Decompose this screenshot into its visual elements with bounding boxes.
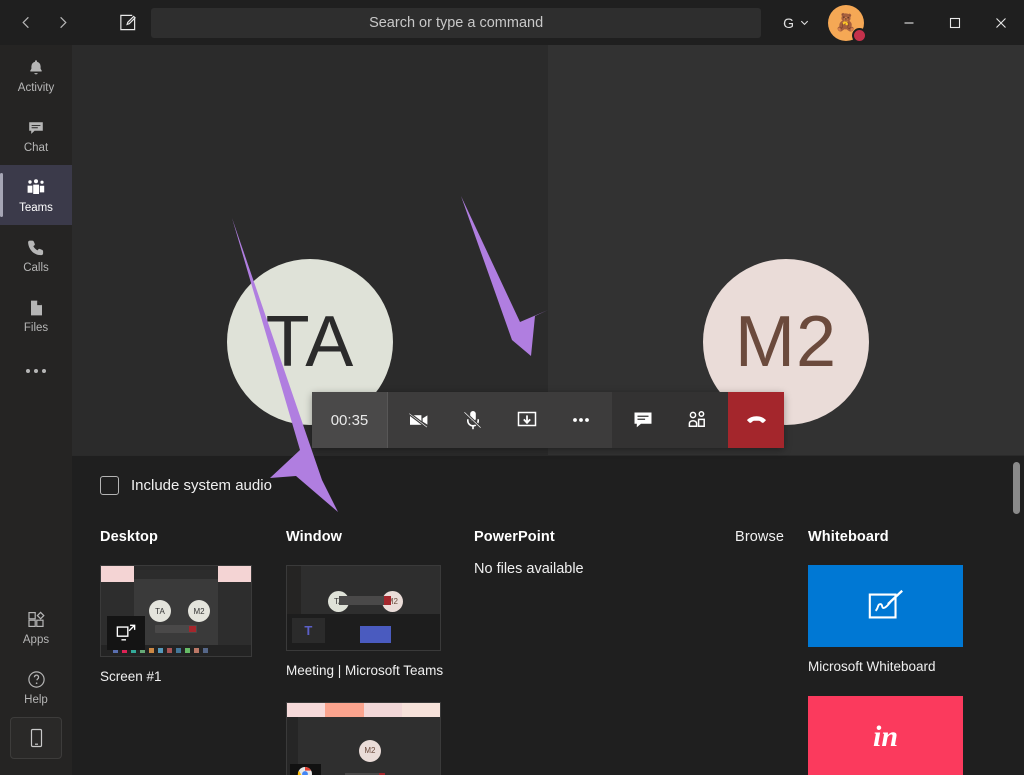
minimize-button[interactable] xyxy=(886,0,932,45)
column-title-desktop: Desktop xyxy=(100,529,158,545)
window-controls-area: G 🧸 xyxy=(775,0,1024,45)
help-icon xyxy=(26,669,47,691)
mobile-phone-icon xyxy=(30,728,42,748)
avatar[interactable]: 🧸 xyxy=(828,4,867,43)
share-option-screen-1[interactable]: TA M2 xyxy=(100,565,252,657)
meeting-control-bar: 00:35 xyxy=(312,392,784,448)
sidebar-item-label: Apps xyxy=(22,633,50,646)
show-conversation-button[interactable] xyxy=(616,392,670,448)
sidebar-more-button[interactable] xyxy=(0,345,72,397)
presence-badge-busy xyxy=(852,27,867,43)
org-switcher[interactable]: G xyxy=(775,9,818,37)
column-title-whiteboard: Whiteboard xyxy=(808,529,889,545)
sidebar-item-label: Chat xyxy=(23,141,49,154)
share-screen-icon xyxy=(517,411,537,427)
hangup-button[interactable] xyxy=(728,392,784,448)
more-actions-button[interactable] xyxy=(554,392,608,448)
share-option-microsoft-whiteboard[interactable] xyxy=(808,565,963,647)
show-participants-button[interactable] xyxy=(670,392,724,448)
chat-icon xyxy=(26,117,46,139)
mic-toggle-button[interactable] xyxy=(446,392,500,448)
back-button[interactable] xyxy=(10,7,42,39)
meeting-secondary-controls xyxy=(612,392,728,448)
search-area: Search or type a command xyxy=(137,7,775,38)
share-option-label: Screen #1 xyxy=(100,669,162,684)
teams-icon xyxy=(25,177,47,199)
window-thumbnail-preview: TA M2 T xyxy=(287,566,440,650)
share-option-invision-freehand[interactable]: in xyxy=(808,696,963,775)
share-option-teams-window[interactable]: TA M2 T xyxy=(286,565,441,651)
share-column-whiteboard: Whiteboard Microsoft Whiteboard in xyxy=(808,529,996,775)
whiteboard-icon xyxy=(868,589,903,619)
tray-inner: Include system audio Desktop TA M2 Scree… xyxy=(72,456,1024,775)
sidebar-item-label: Teams xyxy=(19,201,53,214)
mic-off-icon xyxy=(462,410,483,430)
powerpoint-block: PowerPoint No files available xyxy=(474,529,584,577)
share-columns: Desktop TA M2 Screen #1 Window M2 T Meet… xyxy=(100,529,996,775)
include-system-audio-label: Include system audio xyxy=(131,477,272,494)
tray-scrollbar-thumb[interactable] xyxy=(1013,462,1020,514)
org-label: G xyxy=(783,14,794,31)
main-content: TA M2 00:35 Include system audio Desktop… xyxy=(72,45,1024,775)
file-icon xyxy=(26,297,46,319)
ellipsis-icon xyxy=(26,369,46,373)
search-input[interactable]: Search or type a command xyxy=(151,7,762,38)
sidebar-item-teams[interactable]: Teams xyxy=(0,165,72,225)
share-content-button[interactable] xyxy=(500,392,554,448)
download-mobile-app-button[interactable] xyxy=(10,717,62,759)
browse-button[interactable]: Browse xyxy=(735,529,784,545)
share-content-tray: Include system audio Desktop TA M2 Scree… xyxy=(72,455,1024,775)
share-column-powerpoint: PowerPoint No files available Browse xyxy=(474,529,808,775)
people-icon xyxy=(688,411,705,427)
meeting-timer: 00:35 xyxy=(312,392,388,448)
search-placeholder: Search or type a command xyxy=(369,14,544,31)
bell-icon xyxy=(26,57,46,79)
forward-button[interactable] xyxy=(46,7,78,39)
title-bar: Search or type a command G 🧸 xyxy=(0,0,1024,45)
sidebar-item-label: Calls xyxy=(23,261,49,274)
whiteboard-tiles: Microsoft Whiteboard in xyxy=(808,565,996,775)
checkbox-box xyxy=(100,476,119,495)
window-thumbnail-preview-2: M2 xyxy=(287,703,440,775)
meeting-primary-controls xyxy=(388,392,612,448)
camera-off-icon xyxy=(407,411,429,430)
apps-icon xyxy=(26,609,47,631)
share-option-browser-window[interactable]: M2 xyxy=(286,702,441,775)
navigation-arrows xyxy=(10,7,78,39)
new-chat-button[interactable] xyxy=(118,7,137,39)
close-button[interactable] xyxy=(978,0,1024,45)
sidebar-item-files[interactable]: Files xyxy=(0,285,72,345)
teams-app-window: Search or type a command G 🧸 Activity Ch… xyxy=(0,0,1024,775)
sidebar-item-chat[interactable]: Chat xyxy=(0,105,72,165)
share-option-label: Microsoft Whiteboard xyxy=(808,659,936,674)
sidebar-item-apps[interactable]: Apps xyxy=(0,597,72,657)
maximize-button[interactable] xyxy=(932,0,978,45)
chat-bubble-icon xyxy=(634,412,652,428)
app-body: Activity Chat Teams Calls Files Apps Hel… xyxy=(0,45,1024,775)
sidebar-item-calls[interactable]: Calls xyxy=(0,225,72,285)
column-title-window: Window xyxy=(286,529,343,545)
meeting-stage: TA M2 00:35 xyxy=(72,45,1024,455)
invision-logo-text: in xyxy=(872,720,899,753)
include-system-audio-checkbox[interactable]: Include system audio xyxy=(100,476,272,495)
sidebar-item-help[interactable]: Help xyxy=(0,657,72,717)
share-option-label: Meeting | Microsoft Teams xyxy=(286,663,444,678)
left-rail: Activity Chat Teams Calls Files Apps Hel… xyxy=(0,45,72,775)
sidebar-item-label: Activity xyxy=(17,81,55,94)
share-column-desktop: Desktop TA M2 Screen #1 xyxy=(100,529,286,775)
column-title-powerpoint: PowerPoint xyxy=(474,529,555,545)
camera-toggle-button[interactable] xyxy=(392,392,446,448)
share-column-window: Window TA M2 T xyxy=(286,529,474,775)
sidebar-item-activity[interactable]: Activity xyxy=(0,45,72,105)
ellipsis-icon xyxy=(573,418,589,422)
chevron-down-icon xyxy=(800,20,809,26)
phone-icon xyxy=(26,237,46,259)
sidebar-item-label: Files xyxy=(23,321,49,334)
share-screen-overlay-icon xyxy=(107,616,145,650)
sidebar-item-label: Help xyxy=(24,693,48,706)
hangup-icon xyxy=(746,415,766,423)
powerpoint-empty-text: No files available xyxy=(474,561,584,577)
